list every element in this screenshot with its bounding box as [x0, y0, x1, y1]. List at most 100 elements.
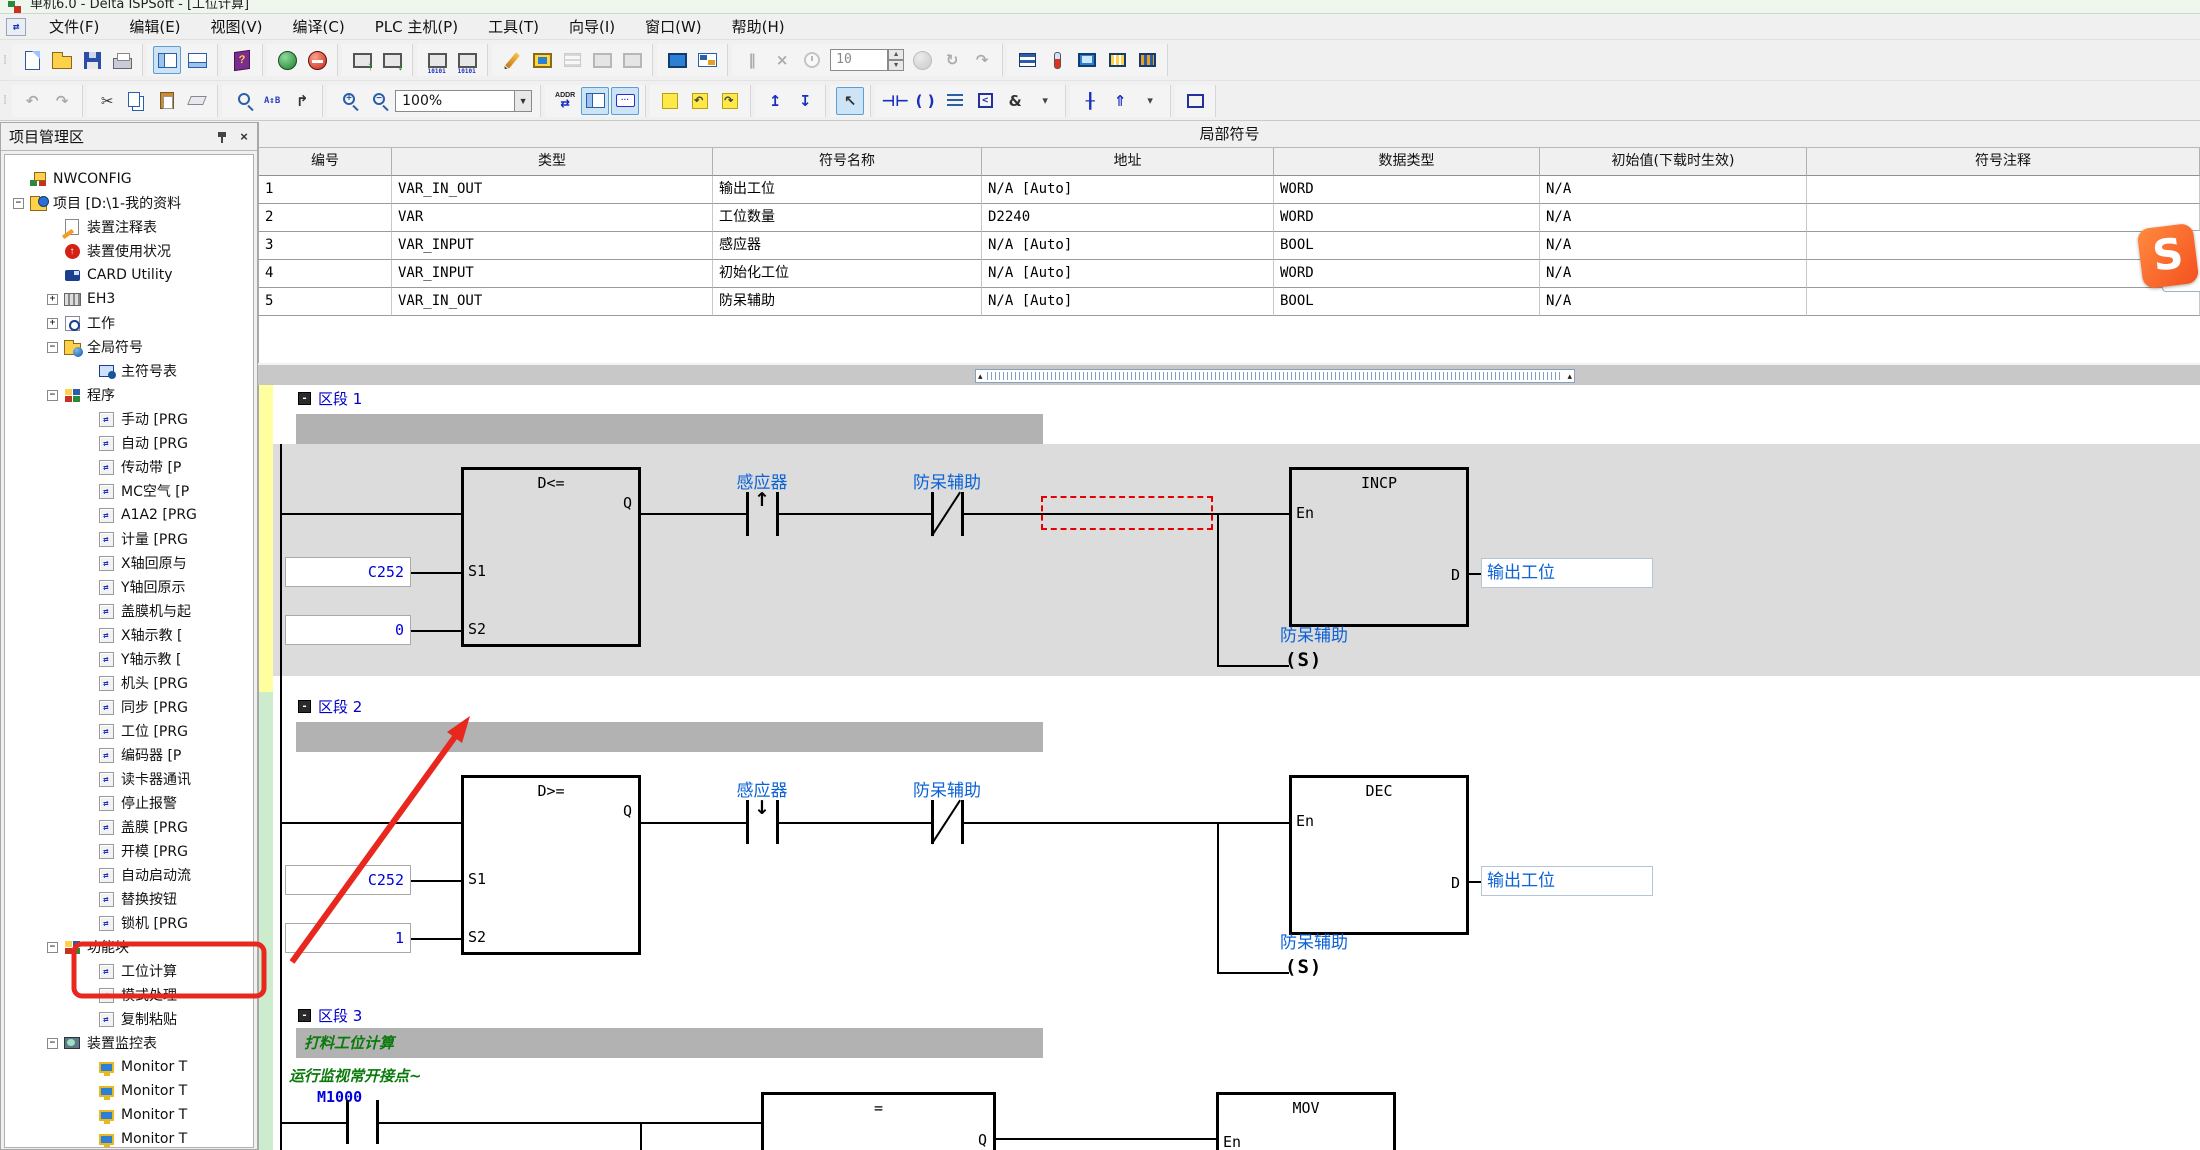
menu-item-1[interactable]: 文件(F) [34, 14, 114, 39]
contact-bar[interactable] [346, 1100, 349, 1144]
vertical-line-tool-button[interactable]: ╂ [1076, 87, 1104, 115]
run-plc-button[interactable] [273, 46, 301, 74]
insert-row-below-button[interactable]: ↧ [791, 87, 819, 115]
tree-item-自动-PRG[interactable]: −⇄自动 [PRG [5, 431, 253, 455]
tree-item-全局符号[interactable]: −全局符号 [5, 335, 253, 359]
section-2-comment-bar[interactable] [296, 722, 1043, 752]
symbol-cell[interactable]: 初始化工位 [713, 260, 982, 288]
tree-item-盖膜机与起[interactable]: −⇄盖膜机与起 [5, 599, 253, 623]
symbol-cell[interactable]: N/A [Auto] [982, 176, 1274, 204]
tree-item-Y轴示教-[interactable]: −⇄Y轴示教 [ [5, 647, 253, 671]
symbol-cell[interactable]: VAR_IN_OUT [392, 288, 713, 316]
tree-item-自动启动流[interactable]: −⇄自动启动流 [5, 863, 253, 887]
symbol-cell[interactable]: 工位数量 [713, 204, 982, 232]
symbol-cell[interactable]: 4 [259, 260, 392, 288]
zoom-in-button[interactable]: + [333, 87, 361, 115]
tree-item-计量-PRG[interactable]: −⇄计量 [PRG [5, 527, 253, 551]
comment-toggle-button[interactable]: ··· [611, 87, 639, 115]
collapse-icon[interactable]: - [298, 1009, 311, 1022]
skip-count-spin[interactable]: 10▲▼ [830, 49, 904, 71]
symbol-cell[interactable]: N/A [Auto] [982, 288, 1274, 316]
goto-button[interactable]: ↱ [288, 87, 316, 115]
close-icon[interactable]: × [235, 128, 253, 146]
address-mode-button[interactable]: ADDR⇄ [551, 87, 579, 115]
paste-button[interactable] [153, 87, 181, 115]
mov-block[interactable]: MOV En [1216, 1092, 1396, 1150]
contrast-tool-button[interactable] [1043, 46, 1071, 74]
menu-item-4[interactable]: 编译(C) [278, 14, 360, 39]
symbol-cell[interactable] [1807, 176, 2200, 204]
symbol-cell[interactable]: 1 [259, 176, 392, 204]
selection-cell[interactable] [1041, 496, 1213, 530]
tree-item-程序[interactable]: −程序 [5, 383, 253, 407]
line-up-tool-button[interactable]: ⇑ [1106, 87, 1134, 115]
find-replace-button[interactable]: A↕B [258, 87, 286, 115]
set-coil-1[interactable]: (S) [1285, 649, 1322, 671]
zoom-out-button[interactable]: − [363, 87, 391, 115]
output-window-toggle-button[interactable] [183, 46, 211, 74]
function-block-tool-button[interactable]: < [971, 87, 999, 115]
tree-item-项目-D-1-我的资料[interactable]: −项目 [D:\1-我的资料 [5, 191, 253, 215]
symbol-cell[interactable]: N/A [1540, 288, 1807, 316]
tree-item-编码器-P[interactable]: −⇄编码器 [P [5, 743, 253, 767]
pin-icon[interactable] [213, 128, 231, 146]
contact-bar[interactable] [746, 492, 749, 536]
coil-tool-button[interactable]: ( ) [911, 87, 939, 115]
tree-item-同步-PRG[interactable]: −⇄同步 [PRG [5, 695, 253, 719]
section-1-header[interactable]: - 区段 1 [298, 388, 362, 409]
find-button[interactable] [228, 87, 256, 115]
compare-block-2[interactable]: D>= Q S1 S2 [461, 775, 641, 955]
print-button[interactable] [108, 46, 136, 74]
tree-item-X轴示教-[interactable]: −⇄X轴示教 [ [5, 623, 253, 647]
compare-block-1[interactable]: D<= Q S1 S2 [461, 467, 641, 647]
network-frame-tool-button[interactable] [1181, 87, 1209, 115]
tree-item-Monitor-T[interactable]: −Monitor T [5, 1079, 253, 1103]
tree-item-读卡器通讯[interactable]: −⇄读卡器通讯 [5, 767, 253, 791]
network-planner-button[interactable] [693, 46, 721, 74]
stop-plc-button[interactable] [303, 46, 331, 74]
upload-from-plc-button[interactable]: ↓ [378, 46, 406, 74]
simulator-button[interactable] [528, 46, 556, 74]
tree-item-NWCONFIG[interactable]: −NWCONFIG [5, 167, 253, 191]
dec-block[interactable]: DEC En D [1289, 775, 1469, 935]
symbol-cell[interactable]: VAR_INPUT [392, 260, 713, 288]
tree-item-EH3[interactable]: +EH3 [5, 287, 253, 311]
symbol-cell[interactable]: N/A [1540, 232, 1807, 260]
child-window-icon[interactable]: ⇄ [6, 18, 26, 36]
menu-item-6[interactable]: 工具(T) [473, 14, 554, 39]
tree-item-Monitor-T[interactable]: −Monitor T [5, 1127, 253, 1148]
select-cursor-button[interactable]: ↖ [836, 87, 864, 115]
symbol-cell[interactable]: 感应器 [713, 232, 982, 260]
collapse-icon[interactable]: - [298, 700, 311, 713]
section-3-header[interactable]: - 区段 3 [298, 1005, 362, 1026]
spin-down-icon[interactable]: ▼ [888, 60, 904, 71]
symbol-cell[interactable]: WORD [1274, 204, 1540, 232]
instruction-tool-button[interactable] [941, 87, 969, 115]
spin-up-icon[interactable]: ▲ [888, 49, 904, 60]
zoom-level-value[interactable]: 100% [395, 90, 515, 112]
copy-button[interactable] [123, 87, 151, 115]
bookmark-button[interactable] [656, 87, 684, 115]
symbol-cell[interactable]: WORD [1274, 260, 1540, 288]
symbol-cell[interactable]: BOOL [1274, 232, 1540, 260]
symbol-cell[interactable]: BOOL [1274, 288, 1540, 316]
line-dropdown-button[interactable]: ▾ [1136, 87, 1164, 115]
tree-item-手动-PRG[interactable]: −⇄手动 [PRG [5, 407, 253, 431]
tree-item-传动带-P[interactable]: −⇄传动带 [P [5, 455, 253, 479]
contact-bar[interactable] [746, 800, 749, 844]
tree-item-盖膜-PRG[interactable]: −⇄盖膜 [PRG [5, 815, 253, 839]
open-project-button[interactable] [48, 46, 76, 74]
tree-item-功能块[interactable]: −功能块 [5, 935, 253, 959]
insert-row-above-button[interactable]: ↥ [761, 87, 789, 115]
usage-table-yellow-button[interactable] [1103, 46, 1131, 74]
tree-item-复制粘贴[interactable]: −⇄复制粘贴 [5, 1007, 253, 1031]
symbol-cell[interactable]: 2 [259, 204, 392, 232]
symbol-cell[interactable]: N/A [1540, 260, 1807, 288]
offline-mode-button[interactable] [453, 46, 481, 74]
tree-item-Monitor-T[interactable]: −Monitor T [5, 1103, 253, 1127]
new-file-button[interactable] [18, 46, 46, 74]
menu-item-3[interactable]: 视图(V) [196, 14, 278, 39]
symbol-cell[interactable] [1807, 288, 2200, 316]
tree-item-Monitor-T[interactable]: −Monitor T [5, 1055, 253, 1079]
symbol-cell[interactable]: 3 [259, 232, 392, 260]
